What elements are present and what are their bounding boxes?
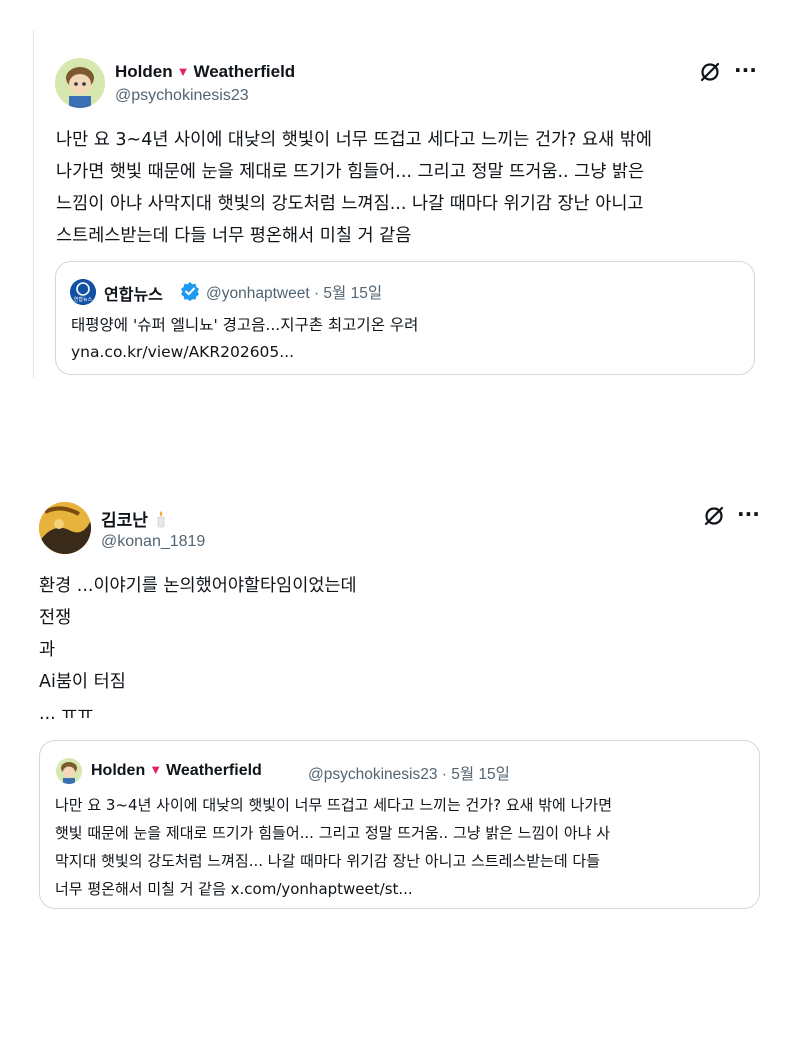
- quoted-tweet[interactable]: Holden ▼ Weatherfield @psychokinesis23 · 5…: [39, 740, 760, 909]
- author-name-text: 김코난: [101, 511, 148, 530]
- avatar[interactable]: [55, 58, 105, 108]
- grok-icon[interactable]: [699, 61, 721, 83]
- quoted-text-line: 막지대 햇빛의 강도처럼 느껴짐... 나갈 때마다 위기감 장난 아니고 스트…: [55, 852, 600, 870]
- text-line: Ai붐이 터짐: [39, 672, 126, 692]
- quoted-handle-date[interactable]: @psychokinesis23 · 5월 15일: [308, 762, 510, 784]
- text-line: 전쟁: [39, 608, 72, 628]
- quoted-link[interactable]: yna.co.kr/view/AKR202605...: [71, 338, 294, 366]
- verified-badge-icon: [180, 281, 200, 301]
- quoted-text-line: 햇빛 때문에 눈을 제대로 뜨기가 힘들어... 그리고 정말 뜨거움.. 그냥…: [55, 824, 611, 842]
- text-line: 과: [39, 640, 56, 660]
- tweet-1: Holden ▼ Weatherfield @psychokinesis23 ···…: [0, 0, 800, 380]
- text-line: ... ㅠㅠ: [39, 704, 94, 724]
- tweet-2: 김코난 @konan_1819 ··· 환경 ...이야기를 논의했어야할타임이…: [0, 480, 800, 930]
- quoted-last-name: Weatherfield: [166, 762, 262, 779]
- more-icon[interactable]: ···: [737, 502, 760, 526]
- quoted-first-name: Holden: [91, 762, 146, 779]
- text-line: 느낌이 아냐 사막지대 햇빛의 강도처럼 느껴짐... 나갈 때마다 위기감 장…: [56, 194, 644, 214]
- text-line: 나가면 햇빛 때문에 눈을 제대로 뜨기가 힘들어... 그리고 정말 뜨거움.…: [56, 162, 645, 182]
- quoted-tweet[interactable]: 연합뉴스 연합뉴스 @yonhaptweet · 5월 15일 태평양에 '슈퍼…: [55, 261, 755, 375]
- text-line: 스트레스받는데 다들 너무 평온해서 미칠 거 같음: [56, 226, 412, 246]
- author-last-name: Weatherfield: [193, 62, 296, 81]
- quoted-avatar[interactable]: [56, 758, 82, 784]
- quoted-text: 나만 요 3~4년 사이에 대낮의 햇빛이 너무 뜨겁고 세다고 느끼는 건가?…: [55, 791, 612, 903]
- author-name[interactable]: 김코난: [101, 506, 167, 531]
- quoted-text-line: 나만 요 3~4년 사이에 대낮의 햇빛이 너무 뜨겁고 세다고 느끼는 건가?…: [55, 796, 613, 814]
- heart-icon: ▼: [149, 762, 163, 777]
- author-name[interactable]: Holden ▼ Weatherfield: [115, 62, 295, 82]
- heart-icon: ▼: [176, 64, 190, 79]
- quoted-author-name[interactable]: 연합뉴스: [104, 281, 163, 305]
- tweet-text: 환경 ...이야기를 논의했어야할타임이었는데 전쟁 과 Ai붐이 터짐 ...…: [39, 570, 357, 730]
- quoted-handle-date[interactable]: @yonhaptweet · 5월 15일: [206, 281, 382, 303]
- quoted-text-line: 너무 평온해서 미칠 거 같음 x.com/yonhaptweet/st...: [55, 880, 413, 898]
- author-first-name: Holden: [115, 62, 173, 81]
- divider: [33, 30, 34, 378]
- more-icon[interactable]: ···: [734, 58, 757, 82]
- quoted-author-name[interactable]: Holden ▼ Weatherfield: [91, 762, 262, 780]
- text-line: 환경 ...이야기를 논의했어야할타임이었는데: [39, 576, 357, 596]
- text-line: 나만 요 3~4년 사이에 대낮의 햇빛이 너무 뜨겁고 세다고 느끼는 건가?…: [56, 130, 652, 150]
- author-handle[interactable]: @konan_1819: [101, 533, 205, 551]
- yonhap-logo[interactable]: 연합뉴스: [70, 279, 96, 305]
- quoted-headline: 태평양에 '슈퍼 엘니뇨' 경고음...지구촌 최고기온 우려: [71, 316, 419, 334]
- author-handle[interactable]: @psychokinesis23: [115, 87, 249, 105]
- avatar[interactable]: [39, 502, 91, 554]
- grok-icon[interactable]: [703, 505, 725, 527]
- svg-text:연합뉴스: 연합뉴스: [74, 296, 93, 303]
- candle-icon: [155, 510, 167, 528]
- tweet-text: 나만 요 3~4년 사이에 대낮의 햇빛이 너무 뜨겁고 세다고 느끼는 건가?…: [56, 124, 652, 252]
